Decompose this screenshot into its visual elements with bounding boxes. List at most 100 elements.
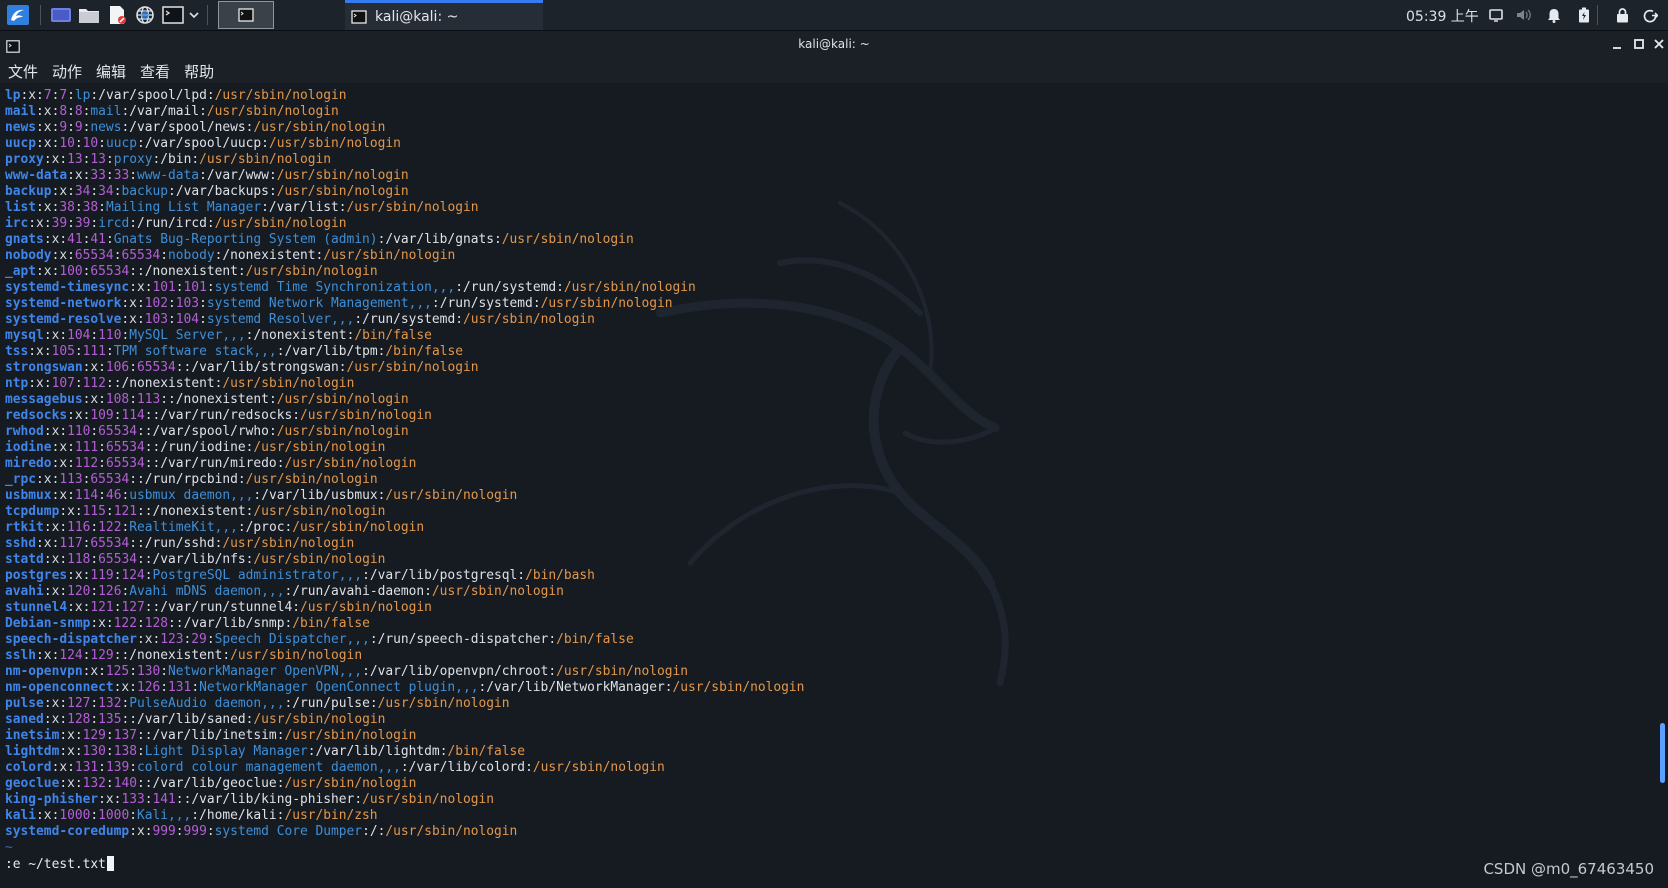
field-separator: : [105,744,114,759]
field-separator: : [90,696,99,711]
home-dir: /home/kali [199,808,277,823]
field-separator: : [105,232,114,247]
uid: 115 [82,504,106,519]
gecos: Light Display Manager [144,744,308,759]
home-dir: /var/spool/rwho [152,424,269,439]
menu-actions[interactable]: 动作 [48,61,88,82]
gid: 65534 [136,360,176,375]
field-separator: :x: [43,696,68,711]
uid: 132 [82,776,106,791]
home-dir: / [369,824,378,839]
passwd-line: sslh:x:124:129::/nonexistent:/usr/sbin/n… [5,648,804,664]
clock[interactable]: 05:39 上午 [1406,6,1479,26]
uid: 106 [105,360,130,375]
scrollbar[interactable] [1660,83,1665,888]
battery-icon[interactable] [1576,7,1592,23]
username: mail [5,104,37,119]
username: uucp [5,136,37,151]
home-dir: /run/rpcbind [144,472,238,487]
passwd-line: tcpdump:x:115:121::/nonexistent:/usr/sbi… [5,504,804,520]
username: geoclue [5,776,60,791]
gecos: PulseAudio daemon,,, [129,696,285,711]
menu-view[interactable]: 查看 [136,61,176,82]
close-icon[interactable] [1652,38,1666,52]
username: messagebus [5,392,83,407]
menu-edit[interactable]: 编辑 [92,61,132,82]
field-separator: :x: [82,360,106,375]
gecos: ircd [98,216,130,231]
minimize-icon[interactable] [1610,38,1624,52]
field-separator: : [67,104,75,119]
login-shell: /usr/sbin/nologin [214,88,347,103]
taskbar-window-button[interactable]: kali@kali: ~ [345,0,543,30]
field-separator: : [98,488,106,503]
field-separator: : [369,696,378,711]
passwd-line: _apt:x:100:65534::/nonexistent:/usr/sbin… [5,264,804,280]
username: avahi [5,584,44,599]
home-dir: /nonexistent [144,264,238,279]
home-dir: /run/ircd [137,216,207,231]
home-dir: /var/list [268,200,339,215]
gid: 13 [90,152,106,167]
lock-icon[interactable] [1614,7,1630,23]
text-editor-icon[interactable] [103,2,131,28]
workspace-switcher-button[interactable] [218,1,274,29]
field-separator: : [261,136,269,151]
home-dir: /var/spool/news [129,120,246,135]
home-dir: /var/lib/openvpn/chroot [369,664,549,679]
gid: 999 [183,824,207,839]
home-dir: /run/systemd [439,296,533,311]
gid: 130 [136,664,161,679]
login-shell: /bin/false [385,344,463,359]
gid: 10 [82,136,99,151]
browser-icon[interactable] [131,2,159,28]
home-dir: /run/speech-dispatcher [377,632,549,647]
field-separator: : [144,408,153,423]
field-separator: :x: [67,408,91,423]
menu-help[interactable]: 帮助 [180,61,220,82]
passwd-line: pulse:x:127:132:PulseAudio daemon,,,:/ru… [5,696,804,712]
passwd-line: avahi:x:120:126:Avahi mDNS daemon,,,:/ru… [5,584,804,600]
kali-menu-icon[interactable] [2,2,34,28]
field-separator: : [175,824,184,839]
gecos: proxy [113,152,153,167]
field-separator: :x: [121,296,145,311]
uid: 33 [90,168,106,183]
uid: 130 [82,744,106,759]
field-separator: : [90,712,99,727]
terminal-output[interactable]: lp:x:7:7:lp:/var/spool/lpd:/usr/sbin/nol… [0,83,1668,888]
field-separator: : [105,504,114,519]
command-line[interactable]: :e ~/test.txt [5,856,804,872]
username: tss [5,344,29,359]
file-manager-icon[interactable] [75,2,103,28]
notifications-icon[interactable] [1546,7,1562,23]
menu-file[interactable]: 文件 [4,61,44,82]
home-dir: /var/www [206,168,269,183]
workspace-icon[interactable] [47,2,75,28]
gid: 9 [74,120,83,135]
field-separator: : [105,376,114,391]
field-separator: :x: [51,456,75,471]
maximize-icon[interactable] [1632,38,1646,52]
gecos: Speech Dispatcher,,, [214,632,370,647]
home-dir: /nonexistent [175,392,269,407]
passwd-line: uucp:x:10:10:uucp:/var/spool/uucp:/usr/s… [5,136,804,152]
field-separator: :x: [59,728,83,743]
username: www-data [5,168,68,183]
field-separator: :x: [113,680,137,695]
username: stunnel4 [5,600,68,615]
display-icon[interactable] [1488,7,1504,23]
field-separator: : [160,680,169,695]
chevron-down-icon[interactable] [187,2,201,28]
logout-icon[interactable] [1642,7,1658,23]
home-dir: /var/backups [175,184,269,199]
terminal-icon[interactable] [159,2,187,28]
field-separator: : [105,168,114,183]
volume-icon[interactable] [1516,7,1532,23]
scrollbar-thumb[interactable] [1660,723,1665,783]
login-shell: /usr/sbin/nologin [556,664,689,679]
field-separator: :x: [28,376,52,391]
uid: 119 [90,568,114,583]
username: saned [5,712,44,727]
window-titlebar[interactable]: kali@kali: ~ [0,31,1668,59]
